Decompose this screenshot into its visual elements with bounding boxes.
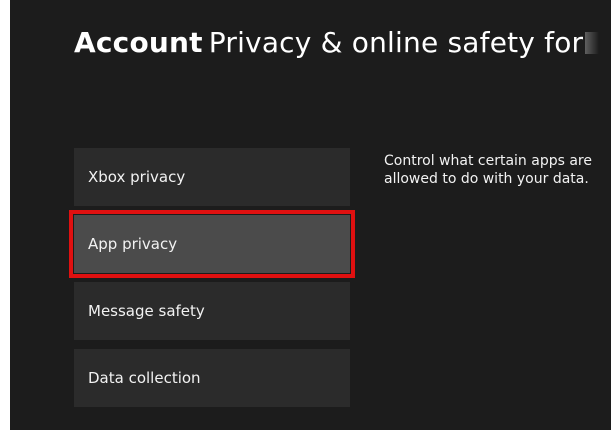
description-line-2: allowed to do with your data. [384, 171, 589, 187]
menu-item-label: Xbox privacy [88, 168, 186, 186]
menu-item-data-collection[interactable]: Data collection [74, 349, 350, 407]
menu-item-xbox-privacy[interactable]: Xbox privacy [74, 148, 350, 206]
menu-item-label: Data collection [88, 369, 201, 387]
section-title: Account [74, 26, 203, 59]
menu-item-message-safety[interactable]: Message safety [74, 282, 350, 340]
privacy-menu: Xbox privacy App privacy Message safety … [69, 148, 355, 416]
menu-item-app-privacy[interactable]: App privacy [69, 210, 355, 278]
truncated-text-fade [585, 32, 600, 54]
menu-item-label: Message safety [88, 302, 205, 320]
settings-screen: Account Privacy & online safety for Xbox … [10, 0, 611, 430]
page-header: Account Privacy & online safety for [74, 26, 600, 59]
page-title: Privacy & online safety for [208, 26, 584, 59]
description-line-1: Control what certain apps are [384, 153, 592, 169]
menu-item-label: App privacy [88, 235, 178, 253]
item-description: Control what certain apps are allowed to… [384, 152, 611, 188]
